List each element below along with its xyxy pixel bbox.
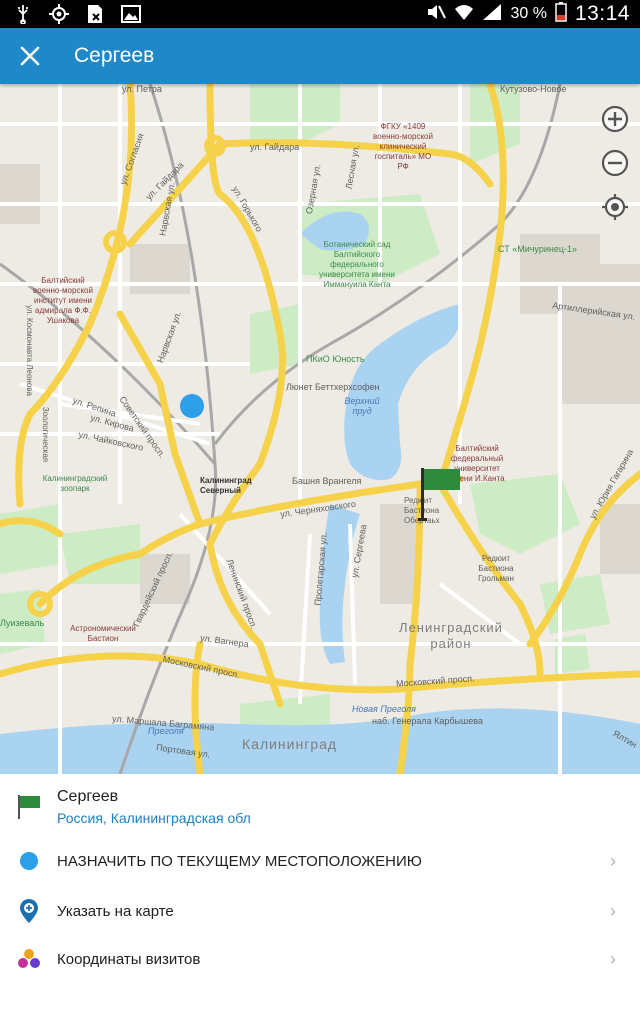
colored-dots-icon [17, 949, 40, 968]
map-pin-plus-icon [19, 899, 38, 923]
plus-circle-icon [601, 105, 629, 133]
option-pick-on-map[interactable]: Указать на карте › [0, 896, 640, 926]
map-label-institute: Балтийский военно-морской институт имени… [33, 276, 93, 325]
option-current-location[interactable]: НАЗНАЧИТЬ ПО ТЕКУЩЕМУ МЕСТОПОЛОЖЕНИЮ › [0, 846, 640, 876]
map-label-gospital: ФГКУ «1409 военно-морской клинический го… [373, 122, 433, 171]
place-subtitle: Россия, Калининградская обл [57, 810, 251, 826]
blue-dot-icon [19, 852, 38, 870]
close-icon [20, 46, 40, 66]
map-label-zoopark: Калининградский зоопарк [42, 474, 108, 493]
mute-icon [426, 3, 447, 26]
close-button[interactable] [2, 28, 58, 84]
map-label-kosmonavta: ул. Космонавта Леонова [24, 305, 34, 396]
status-bar: 30 % 13:14 [0, 0, 640, 28]
place-row[interactable]: Сергеев Россия, Калининградская обл [0, 788, 640, 826]
signal-icon [482, 3, 502, 26]
crosshair-icon [602, 194, 628, 220]
map-label-gaydara: ул. Гайдара [250, 142, 300, 152]
map-label-astro: Астрономический Бастион [70, 624, 136, 643]
map-label-michurinets: СТ «Мичуринец-1» [498, 244, 577, 254]
zoom-out-button[interactable] [600, 148, 632, 180]
gallery-icon [120, 3, 142, 25]
map-label-pkio: ПКиО Юность [306, 354, 365, 364]
map-label-redut-grolman: Редюит Бастиона Грольман [478, 554, 514, 583]
current-location-dot[interactable] [180, 394, 204, 418]
option-visit-coordinates[interactable]: Координаты визитов › [0, 944, 640, 974]
map-label-novaya-pregolya: Новая Преголя [352, 704, 416, 714]
option-pick-on-map-label: Указать на карте [57, 902, 174, 920]
sim-off-icon [84, 3, 106, 25]
map-canvas [0, 84, 640, 774]
chevron-right-icon: › [610, 948, 616, 969]
map-label-station: Калининград Северный [200, 476, 252, 495]
bottom-sheet: Сергеев Россия, Калининградская обл НАЗН… [0, 774, 640, 1024]
zoom-in-button[interactable] [600, 104, 632, 136]
map-label-botsad: Ботанический сад Балтийского федеральног… [319, 240, 395, 289]
option-visit-coordinates-label: Координаты визитов [57, 950, 201, 968]
map-label-kutuzovo: Кутузово-Новое [500, 84, 567, 94]
green-flag-icon [418, 468, 460, 521]
option-current-location-label: НАЗНАЧИТЬ ПО ТЕКУЩЕМУ МЕСТОПОЛОЖЕНИЮ [57, 852, 422, 870]
map-label-verkhniy-prud: Верхний пруд [344, 396, 380, 416]
map-label-zoologicheskaya: Зоологическая [41, 406, 51, 463]
green-flag-icon [17, 795, 40, 819]
gps-icon [48, 3, 70, 25]
app-bar: Сергеев [0, 28, 640, 84]
minus-circle-icon [601, 149, 629, 177]
map-label-lunet: Люнет Беттхерхсофен [286, 382, 380, 392]
wifi-icon [454, 3, 474, 26]
map-view[interactable]: ул. Петра Кутузово-Новое ФГКУ «1409 воен… [0, 84, 640, 774]
clock: 13:14 [574, 2, 630, 25]
map-label-bashnya: Башня Врангеля [292, 476, 362, 486]
chevron-right-icon: › [610, 850, 616, 871]
page-title: Сергеев [74, 44, 155, 67]
map-label-karbysheva: наб. Генерала Карбышева [372, 716, 483, 726]
map-label-leningradskiy: Ленинградский район [399, 620, 503, 651]
map-label-kaliningrad: Калининград [242, 736, 338, 752]
map-label-ruzeval: Луизеваль [0, 618, 45, 628]
my-location-button[interactable] [600, 192, 632, 224]
map-label-petra: ул. Петра [122, 84, 162, 94]
place-title: Сергеев [57, 788, 119, 805]
chevron-right-icon: › [610, 900, 616, 921]
usb-icon [12, 3, 34, 25]
battery-icon [555, 1, 567, 27]
battery-percent: 30 % [510, 5, 547, 22]
